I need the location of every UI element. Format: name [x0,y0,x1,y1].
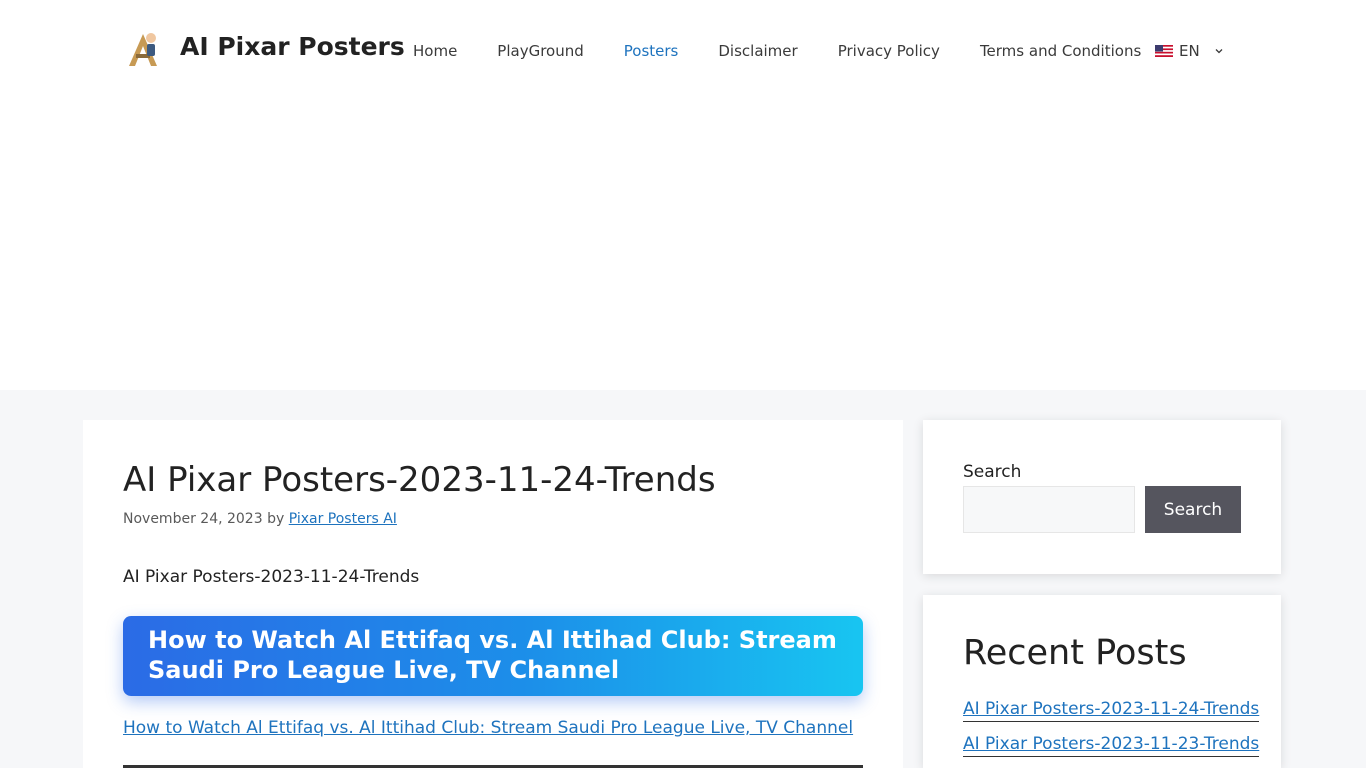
post-title: AI Pixar Posters-2023-11-24-Trends [123,460,716,500]
post-date: November 24, 2023 [123,511,263,527]
main-nav: Home PlayGround Posters Disclaimer Priva… [413,40,1181,62]
us-flag-icon [1155,45,1173,57]
search-label: Search [963,462,1022,482]
site-header: AI Pixar Posters Home PlayGround Posters… [0,0,1366,100]
list-item: AI Pixar Posters-2023-11-24-Trends [963,699,1260,734]
pixar-a-logo-icon [129,33,157,66]
recent-posts-list: AI Pixar Posters-2023-11-24-Trends AI Pi… [963,699,1260,768]
language-switcher[interactable]: EN [1155,40,1224,62]
featured-banner: How to Watch Al Ettifaq vs. Al Ittihad C… [123,616,863,696]
nav-home[interactable]: Home [413,42,457,60]
site-title[interactable]: AI Pixar Posters [180,32,405,61]
search-widget: Search Search [923,420,1281,574]
list-item: AI Pixar Posters-2023-11-23-Trends [963,734,1260,768]
recent-post-link[interactable]: AI Pixar Posters-2023-11-23-Trends [963,734,1260,757]
post-article: AI Pixar Posters-2023-11-24-Trends Novem… [83,420,903,768]
search-input[interactable] [963,486,1135,533]
chevron-down-icon [1215,49,1223,54]
search-button[interactable]: Search [1145,486,1241,533]
nav-privacy-policy[interactable]: Privacy Policy [838,42,940,60]
recent-post-link[interactable]: AI Pixar Posters-2023-11-24-Trends [963,699,1260,722]
post-byline-prefix: by [267,511,285,527]
post-intro: AI Pixar Posters-2023-11-24-Trends [123,567,420,587]
nav-playground[interactable]: PlayGround [497,42,583,60]
post-meta: November 24, 2023 by Pixar Posters AI [123,511,397,527]
article-link[interactable]: How to Watch Al Ettifaq vs. Al Ittihad C… [123,718,853,738]
site-logo-link[interactable] [123,30,163,70]
recent-posts-widget: Recent Posts AI Pixar Posters-2023-11-24… [923,595,1281,768]
language-label: EN [1179,42,1200,60]
post-author-link[interactable]: Pixar Posters AI [289,511,397,527]
recent-posts-title: Recent Posts [963,633,1187,673]
ad-space [0,100,1366,390]
nav-disclaimer[interactable]: Disclaimer [718,42,797,60]
nav-posters[interactable]: Posters [624,42,679,60]
nav-terms-and-conditions[interactable]: Terms and Conditions [980,42,1141,60]
